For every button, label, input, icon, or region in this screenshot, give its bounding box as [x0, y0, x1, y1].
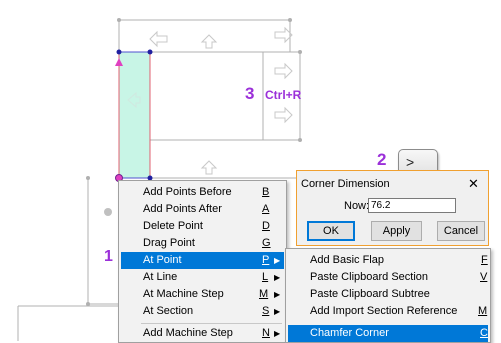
dialog-title: Corner Dimension — [301, 178, 390, 190]
step-3-label: 3 — [245, 84, 255, 103]
corner-dimension-dialog: Corner Dimension ✕ Now: OK Apply Cancel — [296, 170, 489, 246]
keycap-top-glyph: > — [406, 154, 415, 170]
submenu-item-chamfer-corner[interactable]: Chamfer Corner C — [288, 325, 488, 342]
close-icon[interactable]: ✕ — [468, 176, 479, 192]
apply-button[interactable]: Apply — [371, 221, 422, 241]
submenu-arrow-icon: ▶ — [274, 290, 281, 299]
menu-item-delete-point[interactable]: Delete Point D — [119, 218, 286, 235]
submenu-item-paste-clipboard-section[interactable]: Paste Clipboard Section V — [286, 269, 490, 286]
step-2-label: 2 — [377, 150, 387, 169]
ok-button[interactable]: OK — [307, 221, 355, 241]
menu-separator — [141, 323, 282, 324]
menu-item-at-line[interactable]: At Line L ▶ — [119, 269, 286, 286]
submenu-arrow-icon: ▶ — [274, 329, 281, 338]
menu-item-at-point[interactable]: At Point P ▶ — [121, 252, 284, 269]
now-label: Now: — [344, 200, 370, 212]
submenu-arrow-icon: ▶ — [274, 273, 281, 282]
submenu-item-add-basic-flap[interactable]: Add Basic Flap F — [286, 252, 490, 269]
menu-item-drag-point[interactable]: Drag Point G — [119, 235, 286, 252]
menu-item-add-points-before[interactable]: Add Points Before B — [119, 184, 286, 201]
menu-item-add-points-after[interactable]: Add Points After A — [119, 201, 286, 218]
menu-item-at-section[interactable]: At Section S ▶ — [119, 303, 286, 320]
step-3-shortcut-hint: Ctrl+R — [265, 88, 302, 102]
selected-flap[interactable] — [115, 49, 153, 182]
at-point-submenu: Add Basic Flap F Paste Clipboard Section… — [285, 248, 491, 343]
submenu-item-paste-clipboard-subtree[interactable]: Paste Clipboard Subtree — [286, 286, 490, 303]
cancel-button[interactable]: Cancel — [437, 221, 485, 241]
step-1-label: 1 — [104, 248, 113, 265]
submenu-item-add-import-section-reference[interactable]: Add Import Section Reference M — [286, 303, 490, 320]
submenu-arrow-icon: ▶ — [274, 256, 281, 265]
menu-item-add-machine-step[interactable]: Add Machine Step N ▶ — [119, 325, 286, 342]
now-value-input[interactable] — [368, 198, 456, 213]
menu-item-at-machine-step[interactable]: At Machine Step M ▶ — [119, 286, 286, 303]
context-menu: Add Points Before B Add Points After A D… — [118, 180, 287, 343]
submenu-arrow-icon: ▶ — [274, 307, 281, 316]
